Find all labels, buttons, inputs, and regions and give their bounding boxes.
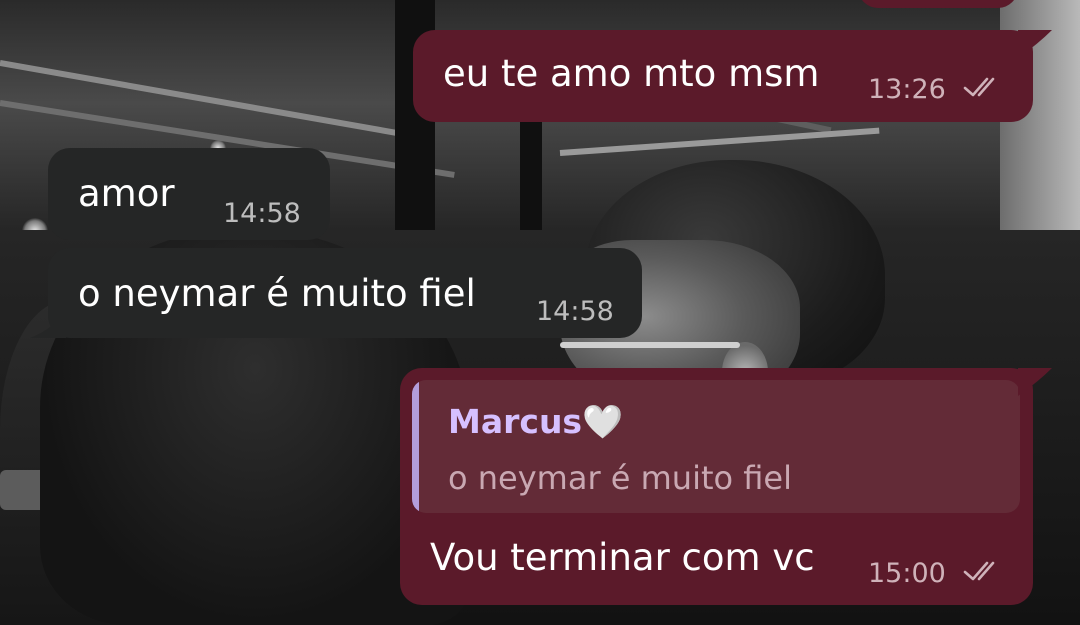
double-check-icon — [962, 559, 1006, 591]
message-text: eu te amo mto msm — [443, 52, 820, 95]
message-bubble-incoming[interactable]: o neymar é muito fiel 14:58 — [48, 248, 642, 338]
message-time: 14:58 — [536, 296, 614, 327]
message-time: 14:58 — [223, 198, 301, 229]
white-heart-icon: 🤍 — [582, 402, 624, 441]
message-time: 15:00 — [868, 558, 946, 589]
reply-text: o neymar é muito fiel — [448, 459, 792, 497]
message-meta: 13:26 — [868, 74, 1006, 107]
bubble-tail — [30, 310, 66, 338]
chat-screen: eu te amo mto msm 13:26 amor 14:58 o ney… — [0, 0, 1080, 625]
message-bubble-outgoing[interactable]: Marcus🤍 o neymar é muito fiel Vou termin… — [400, 368, 1033, 605]
message-text: o neymar é muito fiel — [78, 272, 476, 315]
double-check-icon — [962, 75, 1006, 107]
message-meta: 15:00 — [868, 558, 1006, 591]
message-text: Vou terminar com vc — [430, 536, 815, 579]
wallpaper-glasses — [560, 342, 740, 348]
reply-author: Marcus🤍 — [448, 402, 623, 442]
reply-quote[interactable]: Marcus🤍 o neymar é muito fiel — [412, 380, 1020, 513]
reply-accent-bar — [412, 380, 419, 513]
message-text: amor — [78, 172, 175, 215]
message-time: 13:26 — [868, 74, 946, 105]
bubble-tail — [1018, 30, 1052, 58]
message-bubble-outgoing[interactable]: eu te amo mto msm 13:26 — [413, 30, 1033, 122]
message-bubble-incoming[interactable]: amor 14:58 — [48, 148, 330, 240]
reply-author-name: Marcus — [448, 402, 583, 441]
bubble-tail — [1018, 368, 1052, 396]
message-bubble-outgoing[interactable] — [858, 0, 1018, 8]
